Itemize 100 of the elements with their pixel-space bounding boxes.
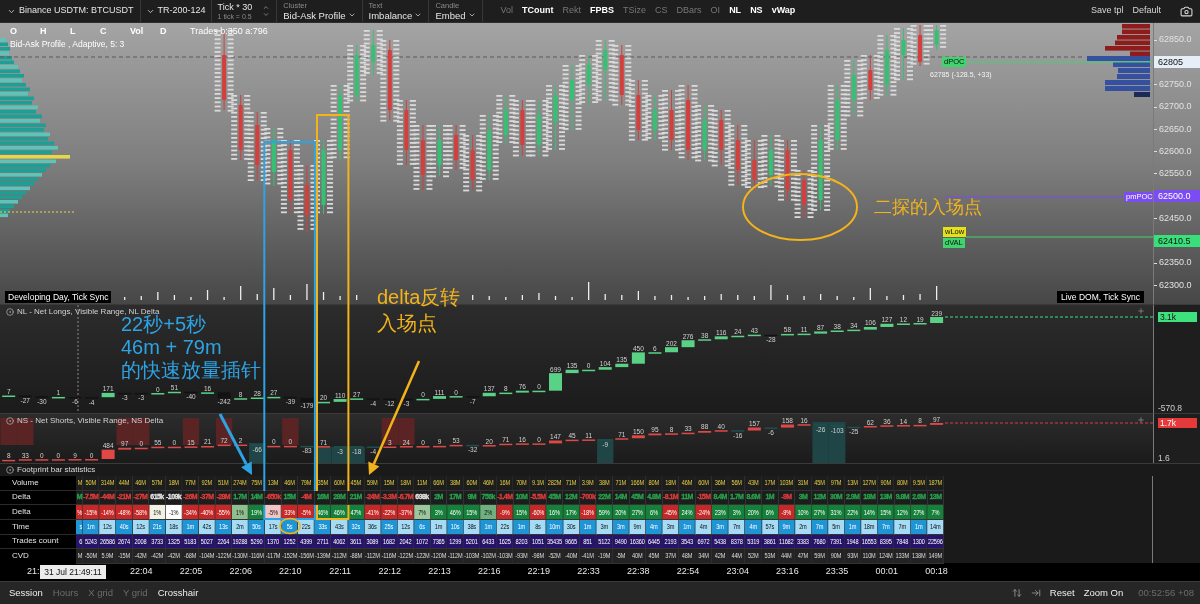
time-label: 22:16 — [477, 565, 501, 579]
chevron-up-icon[interactable] — [262, 4, 271, 11]
axis-label: -570.8 — [1158, 403, 1184, 413]
shaded-column — [829, 422, 846, 463]
delta-bar — [781, 424, 794, 428]
toggle-button[interactable]: TCount — [522, 4, 554, 18]
price-tag: 62410.5 — [1154, 234, 1200, 247]
delta-bar — [101, 449, 115, 460]
time-label: 22:05 — [179, 565, 203, 579]
footprint-candle — [628, 79, 648, 141]
delta-bar — [134, 447, 148, 450]
footprint-candle — [761, 134, 781, 188]
time-label: 22:38 — [627, 565, 650, 579]
footprint-candle — [546, 84, 565, 151]
delta-bar — [532, 390, 546, 393]
delta-bar — [747, 427, 761, 431]
axis-tag: 3.1k — [1158, 312, 1197, 322]
axis-tag: 1.7k — [1158, 418, 1197, 428]
dropdown-button[interactable]: Bid-Ask Profile — [283, 10, 356, 20]
delta-bar — [781, 333, 794, 336]
footprint-candle — [231, 94, 251, 161]
delta-bar — [714, 336, 728, 340]
footprint-candle — [529, 99, 549, 157]
price-label: 62850.0 — [1159, 33, 1192, 47]
price-label: 62450.0 — [1159, 211, 1192, 225]
vertical-arrows-icon[interactable] — [1011, 588, 1022, 598]
delta-bar — [549, 440, 562, 444]
legend-label: C — [100, 25, 108, 38]
delta-bar — [880, 323, 894, 327]
price-label: 62600.0 — [1159, 144, 1192, 158]
volume-bar — [935, 285, 938, 301]
toggle-button[interactable]: TSize — [623, 4, 647, 18]
delta-bar — [51, 396, 65, 399]
price-label: 62650.0 — [1159, 122, 1192, 136]
toggle-button[interactable]: Rekt — [562, 4, 582, 18]
dropdown-button[interactable]: Imbalance — [368, 10, 423, 20]
toggle-button[interactable]: OI — [710, 4, 721, 18]
shaded-column — [282, 418, 299, 445]
delta-bar — [681, 340, 695, 348]
panel-title: Footprint bar statistics — [17, 464, 96, 476]
toolbar-action[interactable]: Save tpl — [1090, 4, 1124, 18]
toggle-button[interactable]: CS — [655, 4, 668, 18]
delta-bar — [151, 446, 165, 449]
delta-bar — [814, 331, 828, 334]
time-label: 22:10 — [279, 565, 302, 579]
delta-bar — [565, 369, 579, 374]
delta-bar — [499, 392, 513, 395]
footprint-candle — [496, 94, 516, 146]
delta-bar — [863, 327, 877, 330]
footprint-candle — [695, 104, 715, 162]
range-dropdown[interactable]: TR-200-124 — [140, 0, 212, 22]
circle-dot-icon[interactable] — [6, 416, 14, 425]
toggle-button[interactable]: vWap — [771, 4, 796, 18]
footprint-candle — [396, 99, 416, 166]
circle-dot-icon[interactable] — [6, 466, 14, 474]
footprint-candle — [479, 114, 499, 181]
shaded-column — [0, 418, 17, 445]
toggle-button[interactable]: Session — [9, 585, 43, 601]
camera-icon[interactable] — [1180, 4, 1193, 18]
delta-bar — [648, 433, 662, 436]
time-label: 00:18 — [925, 565, 948, 579]
toolbar-action[interactable]: Default — [1132, 4, 1161, 18]
row-header: CVD — [0, 549, 76, 564]
toggle-button[interactable]: Crosshair — [157, 585, 199, 601]
status-action[interactable]: Reset — [1049, 585, 1075, 601]
footprint-candle — [562, 64, 582, 131]
plus-icon[interactable] — [1137, 307, 1145, 315]
delta-bar — [482, 392, 496, 397]
plus-icon[interactable] — [1137, 416, 1145, 424]
trades-label: Trades b:350 a:796 — [190, 25, 268, 38]
footprint-candle — [413, 124, 433, 191]
delta-bar — [300, 397, 314, 403]
toggle-button[interactable]: NL — [729, 4, 742, 18]
delta-bar — [681, 432, 695, 435]
toggle-button[interactable]: Vol — [500, 4, 514, 18]
price-tag: 62805 — [1154, 56, 1200, 69]
time-label: 22:54 — [676, 565, 700, 579]
delta-bar — [598, 367, 612, 370]
toggle-button[interactable]: FPBS — [590, 4, 615, 18]
annotation-text: 二探的入场点 — [874, 196, 982, 218]
status-action[interactable]: Zoom On — [1083, 585, 1124, 601]
delta-bar — [665, 347, 678, 353]
delta-bar — [217, 444, 231, 447]
toggle-button[interactable]: DBars — [676, 4, 702, 18]
toggle-button[interactable]: NS — [750, 4, 763, 18]
footprint-candle — [264, 127, 284, 187]
delta-bar — [449, 444, 463, 447]
chart-caption: Developing Day, Tick Sync — [5, 291, 112, 303]
circle-dot-icon[interactable] — [6, 307, 14, 316]
time-label: 23:35 — [825, 565, 849, 579]
volume-bar — [786, 294, 789, 301]
dropdown-button[interactable]: Embed — [435, 10, 476, 20]
footprint-candle — [247, 111, 267, 181]
chevron-down-icon[interactable] — [262, 11, 271, 18]
arrow-to-line-icon[interactable] — [1030, 588, 1041, 598]
shaded-column — [597, 439, 614, 463]
tick-size-value[interactable]: Tick * 30 — [217, 2, 253, 12]
symbol-dropdown[interactable]: Binance USDTM: BTCUSDT — [0, 0, 141, 22]
time-label: 21: — [27, 565, 40, 579]
delta-bar — [549, 373, 562, 391]
